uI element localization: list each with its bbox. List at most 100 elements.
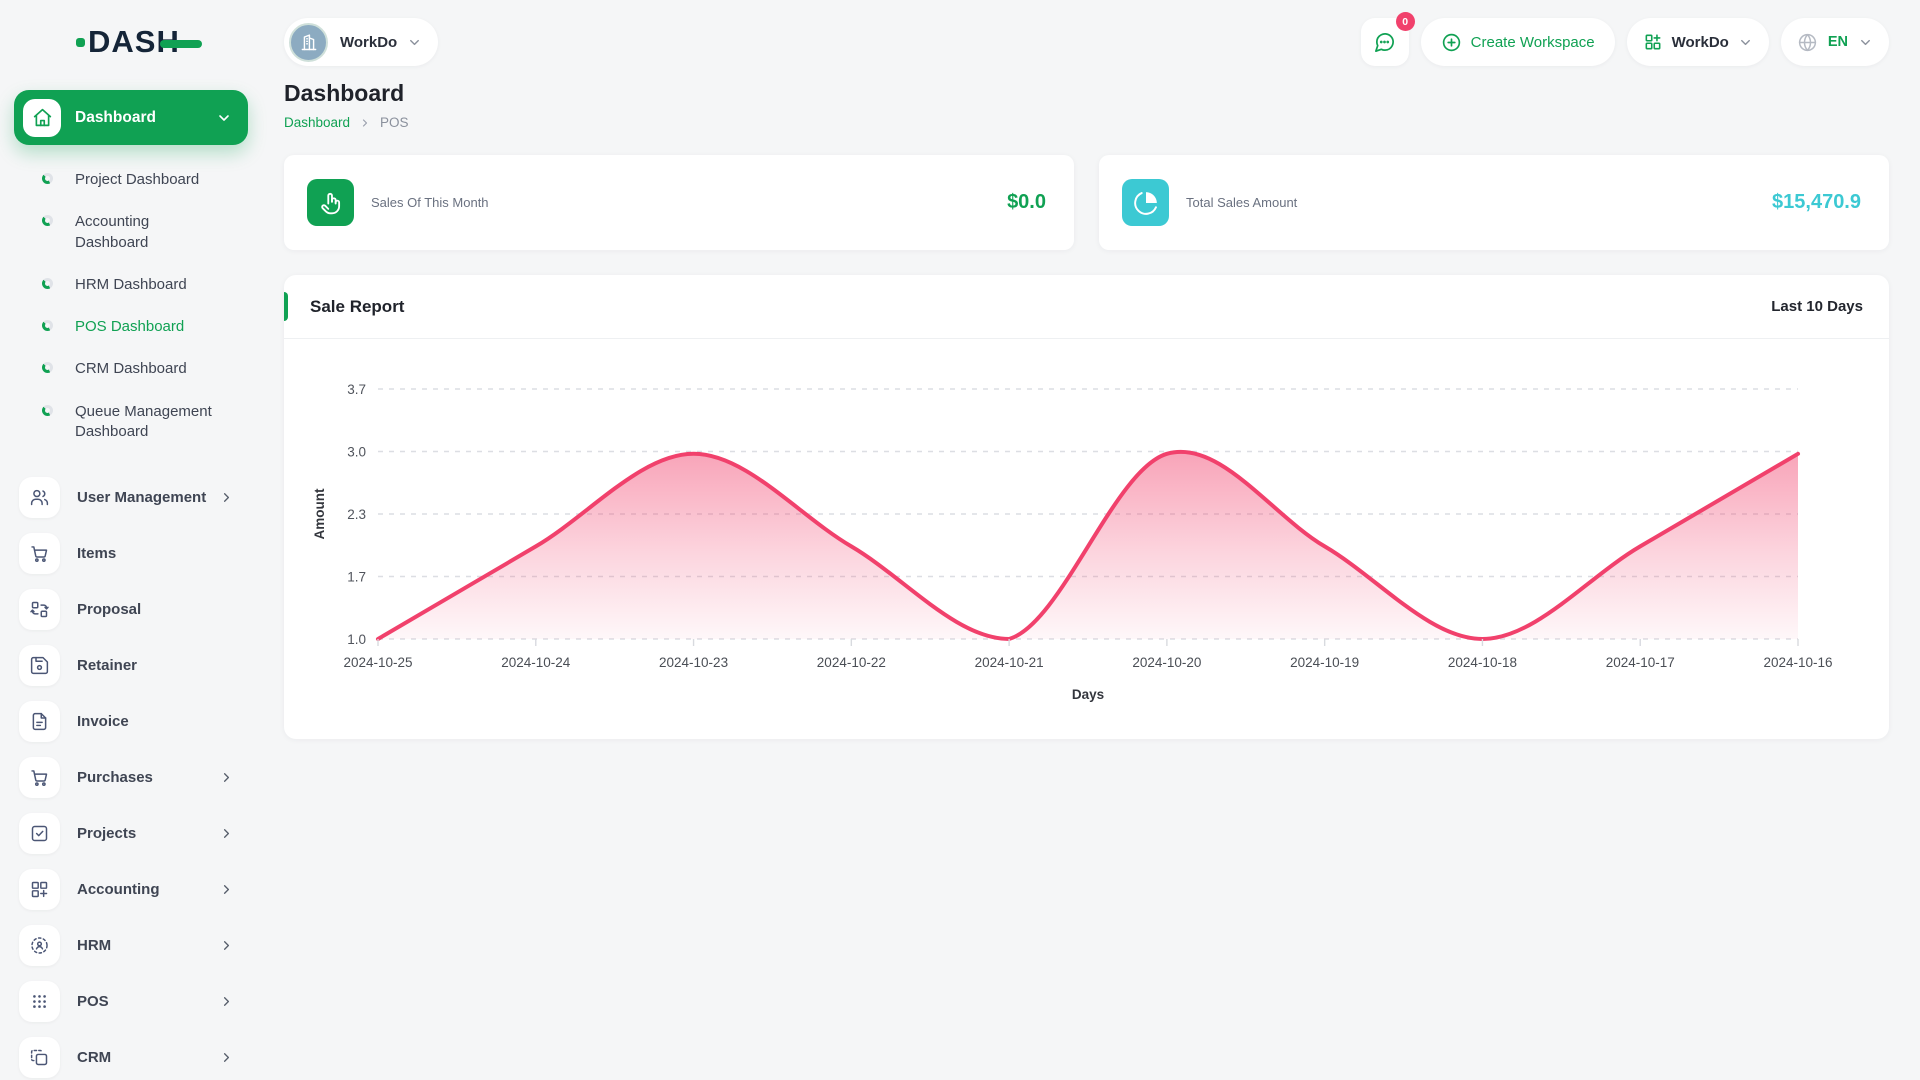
tap-icon: [307, 179, 354, 226]
chevron-down-icon: [1738, 35, 1753, 50]
create-workspace-label: Create Workspace: [1470, 33, 1595, 51]
svg-text:2024-10-23: 2024-10-23: [659, 655, 728, 670]
breadcrumb: Dashboard POS: [284, 115, 1889, 130]
svg-text:2024-10-17: 2024-10-17: [1606, 655, 1675, 670]
main-content: Dashboard Dashboard POS Sales Of This Mon…: [262, 74, 1920, 739]
sidebar-item-label: HRM Dashboard: [75, 275, 187, 293]
sidebar-item-pos[interactable]: POS: [14, 973, 248, 1029]
retainer-icon: [19, 644, 60, 686]
bullet-icon: [42, 362, 53, 374]
workdo-menu-button[interactable]: WorkDo: [1626, 18, 1769, 66]
workspace-selector[interactable]: WorkDo: [284, 18, 439, 66]
svg-text:2024-10-19: 2024-10-19: [1290, 655, 1359, 670]
sidebar-item-label: Project Dashboard: [75, 171, 200, 188]
sidebar-item-label: POS: [77, 992, 109, 1010]
projects-icon: [19, 812, 60, 854]
sidebar-item-project-dashboard[interactable]: Project Dashboard: [14, 159, 248, 201]
svg-text:2024-10-20: 2024-10-20: [1132, 655, 1201, 670]
stat-card-total-sales-amount: Total Sales Amount $15,470.9: [1099, 155, 1889, 250]
cart-icon: [19, 532, 60, 574]
svg-text:2024-10-25: 2024-10-25: [343, 655, 412, 670]
sidebar-menu: User Management Items Proposal Retainer …: [14, 463, 248, 1080]
sidebar-item-label: HRM: [77, 936, 112, 954]
bullet-icon: [42, 277, 53, 289]
building-icon: [289, 22, 328, 62]
sidebar-item-proposal[interactable]: Proposal: [14, 581, 248, 637]
grid-plus-icon: [1643, 32, 1663, 52]
sidebar-item-accounting[interactable]: Accounting: [14, 861, 248, 917]
sale-report-chart: 1.0 1.7 2.3 3.0 3.7 2024-10-25 2024-10-24 2024-…: [284, 339, 1889, 739]
invoice-icon: [19, 700, 60, 742]
globe-icon: [1797, 32, 1818, 53]
hrm-icon: [19, 924, 60, 966]
bullet-icon: [42, 173, 53, 184]
svg-text:1.7: 1.7: [347, 570, 366, 585]
sidebar-item-retainer[interactable]: Retainer: [14, 637, 248, 693]
sidebar-item-user-management[interactable]: User Management: [14, 469, 248, 525]
sidebar-item-label: Accounting: [77, 880, 160, 898]
sale-report-area-chart: 1.0 1.7 2.3 3.0 3.7 2024-10-25 2024-10-24 2024-…: [312, 382, 1833, 702]
svg-text:3.7: 3.7: [347, 382, 366, 397]
pos-icon: [19, 980, 60, 1022]
chevron-right-icon: [219, 938, 234, 953]
breadcrumb-pos: POS: [380, 115, 409, 130]
dashboard-submenu: Project Dashboard Accounting Dashboard H…: [14, 145, 248, 463]
sale-report-card: Sale Report Last 10 Days 1.0 1.7 2.3 3.0 3.7…: [284, 275, 1889, 739]
svg-text:2024-10-16: 2024-10-16: [1763, 655, 1832, 670]
stats-row: Sales Of This Month $0.0 Total Sales Amo…: [284, 155, 1889, 250]
sidebar-item-label: Queue Management Dashboard: [75, 402, 212, 440]
breadcrumb-dashboard[interactable]: Dashboard: [284, 115, 350, 130]
home-icon: [23, 98, 61, 137]
sale-report-title: Sale Report: [310, 296, 405, 316]
app-logo[interactable]: DASH: [76, 24, 248, 60]
sidebar-item-hrm-dashboard[interactable]: HRM Dashboard: [14, 264, 248, 306]
stat-card-sales-of-this-month: Sales Of This Month $0.0: [284, 155, 1074, 250]
sidebar-item-items[interactable]: Items: [14, 525, 248, 581]
sidebar-item-queue-management-dashboard[interactable]: Queue Management Dashboard: [14, 391, 248, 454]
language-code: EN: [1827, 34, 1848, 50]
sidebar-item-hrm[interactable]: HRM: [14, 917, 248, 973]
create-workspace-button[interactable]: Create Workspace: [1420, 18, 1615, 66]
chat-icon: [1373, 31, 1396, 54]
svg-text:2024-10-24: 2024-10-24: [501, 655, 571, 670]
stat-value: $15,470.9: [1772, 191, 1861, 213]
chevron-right-icon: [219, 994, 234, 1009]
bullet-icon: [42, 215, 53, 227]
proposal-icon: [19, 588, 60, 630]
sidebar-item-accounting-dashboard[interactable]: Accounting Dashboard: [14, 201, 248, 264]
sidebar-item-label: CRM: [77, 1048, 112, 1066]
plus-circle-icon: [1441, 32, 1462, 53]
svg-text:Amount: Amount: [312, 488, 327, 539]
messages-button[interactable]: 0: [1360, 12, 1415, 66]
sidebar-item-pos-dashboard[interactable]: POS Dashboard: [14, 306, 248, 348]
sidebar-item-label: Accounting Dashboard: [75, 213, 150, 251]
sidebar-item-label: Invoice: [77, 712, 129, 730]
sidebar-item-label: User Management: [77, 488, 207, 506]
sidebar-item-label: Purchases: [77, 768, 153, 786]
messages-count-badge: 0: [1395, 12, 1415, 31]
svg-text:2024-10-18: 2024-10-18: [1448, 655, 1517, 670]
sidebar-item-crm[interactable]: CRM: [14, 1029, 248, 1080]
bullet-icon: [42, 404, 53, 416]
sidebar: DASH Dashboard Project Dashboard Account…: [0, 0, 262, 1080]
sidebar-item-label: Items: [77, 544, 117, 562]
chevron-down-icon: [1858, 35, 1873, 50]
accounting-icon: [19, 868, 60, 910]
chevron-right-icon: [219, 826, 234, 841]
sale-report-header: Sale Report Last 10 Days: [284, 275, 1889, 339]
stat-label: Sales Of This Month: [371, 195, 489, 210]
svg-text:Days: Days: [1072, 687, 1104, 702]
sale-report-range-label: Last 10 Days: [1771, 298, 1863, 315]
sidebar-item-dashboard[interactable]: Dashboard: [14, 90, 248, 145]
svg-text:1.0: 1.0: [347, 632, 366, 647]
svg-text:2024-10-22: 2024-10-22: [817, 655, 886, 670]
sidebar-item-label: Proposal: [77, 600, 142, 618]
chevron-right-icon: [219, 490, 234, 505]
sidebar-item-crm-dashboard[interactable]: CRM Dashboard: [14, 348, 248, 390]
sidebar-item-projects[interactable]: Projects: [14, 805, 248, 861]
sidebar-item-invoice[interactable]: Invoice: [14, 693, 248, 749]
sidebar-item-purchases[interactable]: Purchases: [14, 749, 248, 805]
chevron-down-icon: [216, 110, 232, 126]
language-selector[interactable]: EN: [1780, 18, 1889, 66]
chevron-down-icon: [407, 35, 422, 50]
